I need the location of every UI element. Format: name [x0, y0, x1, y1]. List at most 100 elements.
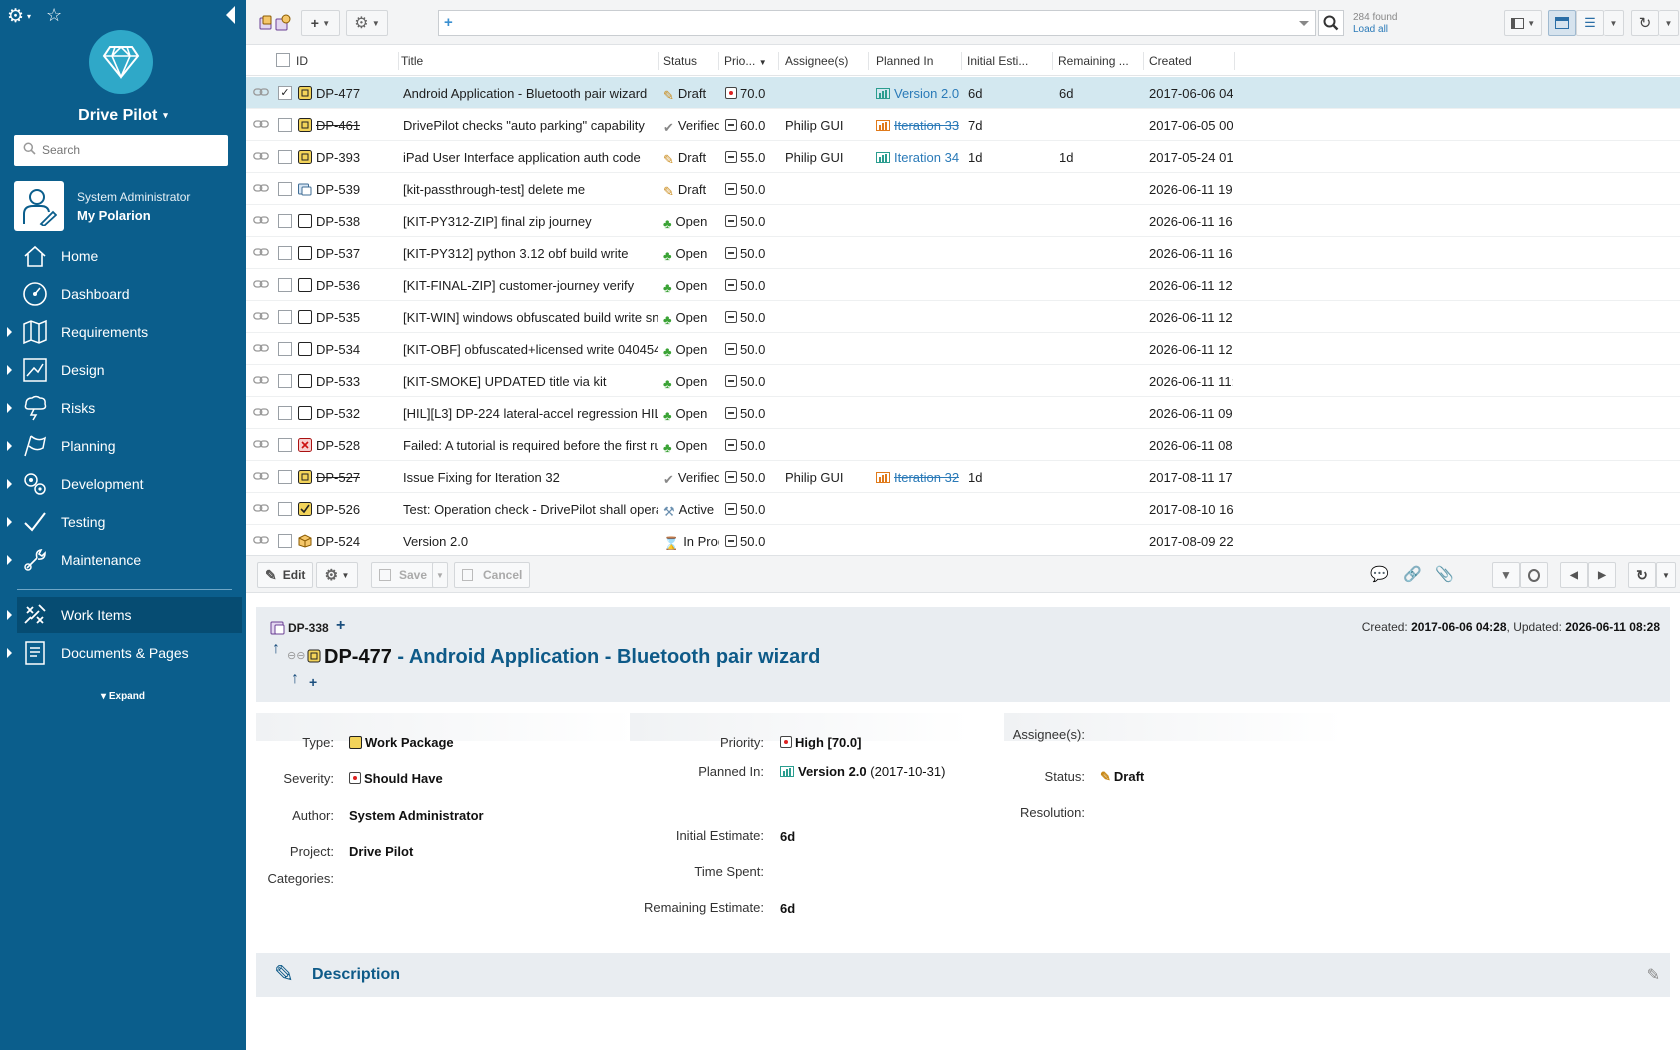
nav-item-work-items[interactable]: Work Items	[7, 597, 242, 633]
project-logo-diamond-icon[interactable]	[89, 30, 153, 94]
priority-value[interactable]: High [70.0]	[780, 735, 861, 750]
cell-id[interactable]: DP-537	[316, 246, 360, 261]
status-value[interactable]: ✎ Draft	[1100, 769, 1144, 785]
refresh-button[interactable]: ↻	[1631, 10, 1659, 36]
cell-id[interactable]: DP-536	[316, 278, 360, 293]
link-chain-icon[interactable]	[253, 471, 269, 481]
column-separator[interactable]	[1143, 52, 1144, 70]
table-row[interactable]: DP-536 [KIT-FINAL-ZIP] customer-journey v…	[246, 269, 1680, 301]
cell-planned-in[interactable]: Version 2.0	[876, 86, 959, 101]
cell-title[interactable]: DrivePilot checks "auto parking" capabil…	[403, 118, 658, 133]
cell-planned-in[interactable]: Iteration 34	[876, 150, 959, 165]
link-chain-icon[interactable]	[253, 503, 269, 513]
expand-arrow-icon[interactable]	[7, 479, 12, 489]
detail-refresh-button[interactable]: ↻	[1628, 562, 1656, 588]
search-button[interactable]	[1318, 10, 1344, 36]
column-header-priority[interactable]: Prio... ▼	[724, 54, 767, 68]
nav-item-development[interactable]: Development	[0, 466, 246, 502]
link-chain-icon[interactable]	[253, 151, 269, 161]
type-value[interactable]: Work Package	[349, 735, 454, 750]
column-header-assignees[interactable]: Assignee(s)	[785, 54, 848, 68]
nav-item-risks[interactable]: Risks	[0, 390, 246, 426]
edit-description-icon[interactable]: ✎	[1647, 965, 1660, 985]
table-row[interactable]: DP-537 [KIT-PY312] python 3.12 obf build …	[246, 237, 1680, 269]
link-chain-icon[interactable]	[253, 535, 269, 545]
cell-title[interactable]: Version 2.0	[403, 534, 658, 549]
nav-item-documents-pages[interactable]: Documents & Pages	[0, 635, 246, 671]
expand-arrow-icon[interactable]	[7, 648, 12, 658]
link-chain-icon[interactable]	[253, 87, 269, 97]
expand-arrow-icon[interactable]	[7, 441, 12, 451]
favorites-star-icon[interactable]: ☆	[46, 5, 62, 26]
nav-item-design[interactable]: Design	[0, 352, 246, 388]
load-all-link[interactable]: Load all	[1353, 24, 1388, 35]
save-button[interactable]: Save	[371, 562, 436, 588]
cell-title[interactable]: Issue Fixing for Iteration 32	[403, 470, 658, 485]
collapse-sidebar-icon[interactable]	[226, 6, 235, 24]
nav-item-testing[interactable]: Testing	[0, 504, 246, 540]
cell-title[interactable]: Android Application - Bluetooth pair wiz…	[403, 86, 658, 101]
cell-id[interactable]: DP-538	[316, 214, 360, 229]
cell-id[interactable]: DP-526	[316, 502, 360, 517]
row-checkbox[interactable]	[278, 470, 292, 484]
history-button[interactable]	[1520, 562, 1548, 588]
settings-caret-icon[interactable]: ▾	[27, 12, 31, 21]
cell-id[interactable]: DP-527	[316, 470, 360, 485]
initial-estimate-value[interactable]: 6d	[780, 829, 795, 844]
cell-title[interactable]: [HIL][L3] DP-224 lateral-accel regressio…	[403, 406, 658, 421]
row-checkbox[interactable]	[278, 502, 292, 516]
column-separator[interactable]	[961, 52, 962, 70]
cell-id[interactable]: DP-528	[316, 438, 360, 453]
cell-title[interactable]: [KIT-OBF] obfuscated+licensed write 0404…	[403, 342, 658, 357]
comments-icon[interactable]: 💬	[1370, 565, 1389, 583]
row-checkbox[interactable]	[278, 374, 292, 388]
cell-title[interactable]: [KIT-PY312-ZIP] final zip journey	[403, 214, 658, 229]
cell-title[interactable]: [KIT-FINAL-ZIP] customer-journey verify	[403, 278, 658, 293]
column-separator[interactable]	[658, 52, 659, 70]
link-chain-icon[interactable]	[253, 247, 269, 257]
nav-item-dashboard[interactable]: Dashboard	[0, 276, 246, 312]
cell-id[interactable]: DP-532	[316, 406, 360, 421]
cancel-button[interactable]: Cancel	[454, 562, 531, 588]
table-settings-button[interactable]: ⚙ ▼	[346, 10, 388, 36]
cell-title[interactable]: Failed: A tutorial is required before th…	[403, 438, 658, 453]
save-dropdown-button[interactable]: ▼	[432, 562, 448, 588]
layout-dropdown-button[interactable]: ▼	[1604, 10, 1624, 36]
previous-item-button[interactable]: ◀	[1560, 562, 1588, 588]
table-row[interactable]: DP-532 [HIL][L3] DP-224 lateral-accel reg…	[246, 397, 1680, 429]
link-chain-icon[interactable]	[253, 183, 269, 193]
row-checkbox[interactable]	[278, 406, 292, 420]
expand-arrow-icon[interactable]	[7, 365, 12, 375]
cell-title[interactable]: iPad User Interface application auth cod…	[403, 150, 658, 165]
add-parent-plus-icon[interactable]: +	[336, 617, 345, 635]
cell-planned-in[interactable]: Iteration 33	[876, 118, 959, 133]
row-checkbox[interactable]	[278, 310, 292, 324]
refresh-dropdown-button[interactable]: ▼	[1659, 10, 1679, 36]
cell-title[interactable]: [KIT-SMOKE] UPDATED title via kit	[403, 374, 658, 389]
row-checkbox[interactable]	[278, 214, 292, 228]
expand-arrow-icon[interactable]	[7, 327, 12, 337]
project-value[interactable]: Drive Pilot	[349, 844, 413, 859]
column-header-initial-estimate[interactable]: Initial Esti...	[967, 54, 1047, 68]
column-separator[interactable]	[718, 52, 719, 70]
table-row[interactable]: DP-393 iPad User Interface application au…	[246, 141, 1680, 173]
create-workitem-button[interactable]: + ▼	[301, 10, 340, 36]
cell-title[interactable]: [kit-passthrough-test] delete me	[403, 182, 658, 197]
nav-item-planning[interactable]: Planning	[0, 428, 246, 464]
link-chain-icon[interactable]	[253, 407, 269, 417]
expand-arrow-icon[interactable]	[7, 517, 12, 527]
link-chain-icon[interactable]	[253, 375, 269, 385]
planned-in-value[interactable]: Version 2.0 (2017-10-31)	[780, 764, 945, 779]
table-row[interactable]: DP-524 Version 2.0 ⌛In Progress 50.0 2017-08…	[246, 525, 1680, 550]
layout-split-button[interactable]	[1548, 10, 1576, 36]
sidebar-search-input[interactable]	[42, 140, 222, 160]
table-row[interactable]: DP-539 [kit-passthrough-test] delete me ✎ D…	[246, 173, 1680, 205]
cell-id[interactable]: DP-535	[316, 310, 360, 325]
attachment-icon[interactable]: 📎	[1435, 565, 1454, 583]
table-row[interactable]: DP-461 DrivePilot checks "auto parking" c…	[246, 109, 1680, 141]
table-row[interactable]: DP-527 Issue Fixing for Iteration 32 ✔ Veri…	[246, 461, 1680, 493]
add-query-plus-icon[interactable]: +	[444, 14, 453, 31]
table-row[interactable]: DP-534 [KIT-OBF] obfuscated+licensed writ…	[246, 333, 1680, 365]
row-checkbox[interactable]: ✓	[278, 86, 292, 100]
column-header-id[interactable]: ID	[296, 54, 308, 68]
